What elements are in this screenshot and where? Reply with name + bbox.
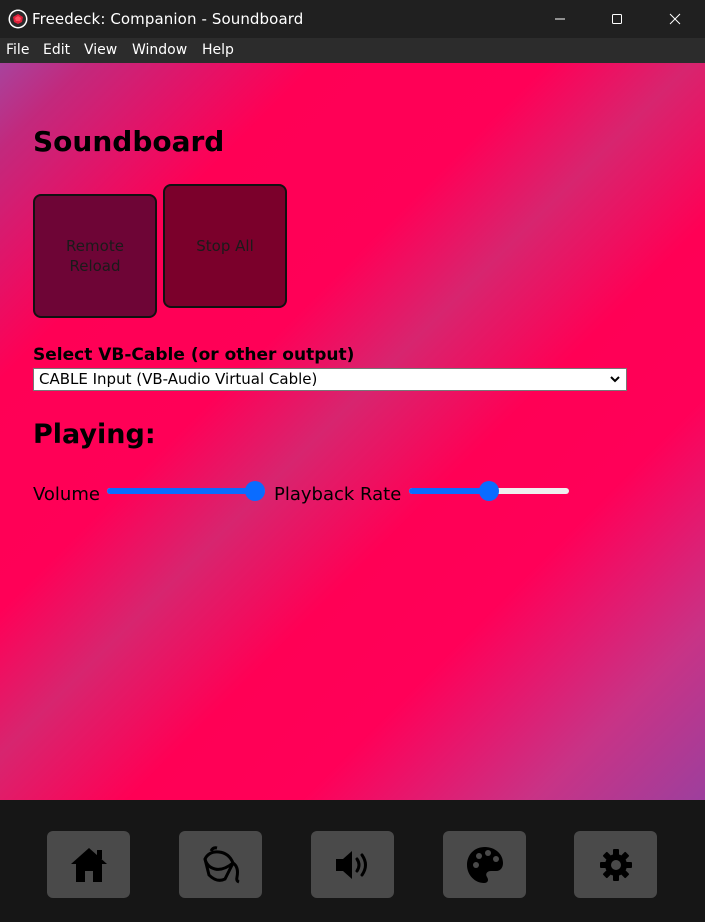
palette-icon <box>466 846 503 883</box>
page-title: Soundboard <box>33 125 225 158</box>
playback-rate-slider-fill <box>409 488 489 494</box>
volume-slider-thumb[interactable] <box>245 481 265 501</box>
volume-icon <box>335 850 367 879</box>
menu-bar: File Edit View Window Help <box>0 38 705 63</box>
home-icon <box>70 847 107 882</box>
paint-bucket-button[interactable] <box>179 831 262 898</box>
close-icon <box>669 13 681 25</box>
menu-help[interactable]: Help <box>202 42 234 58</box>
sound-button[interactable] <box>311 831 394 898</box>
soundboard-content: Soundboard Remote Reload Stop All Select… <box>0 63 705 800</box>
playback-rate-slider[interactable] <box>409 480 569 501</box>
menu-view[interactable]: View <box>84 42 117 58</box>
settings-gear-icon <box>599 848 632 881</box>
maximize-button[interactable] <box>588 0 646 38</box>
playback-rate-label: Playback Rate <box>274 484 402 505</box>
menu-window[interactable]: Window <box>132 42 187 58</box>
stop-all-button[interactable]: Stop All <box>163 184 287 308</box>
output-select-label: Select VB-Cable (or other output) <box>33 345 355 365</box>
palette-button[interactable] <box>443 831 526 898</box>
output-device-value: CABLE Input (VB-Audio Virtual Cable) <box>39 370 318 388</box>
settings-button[interactable] <box>574 831 657 898</box>
volume-label: Volume <box>33 484 100 505</box>
minimize-icon <box>555 18 565 20</box>
home-button[interactable] <box>47 831 130 898</box>
playing-heading: Playing: <box>33 419 156 450</box>
playback-rate-slider-thumb[interactable] <box>479 481 499 501</box>
window-title: Freedeck: Companion - Soundboard <box>32 10 304 28</box>
title-bar: Freedeck: Companion - Soundboard <box>0 0 705 38</box>
volume-slider-fill <box>107 488 255 494</box>
close-button[interactable] <box>646 0 704 38</box>
menu-file[interactable]: File <box>6 42 29 58</box>
app-logo-icon <box>8 9 28 29</box>
maximize-icon <box>612 14 622 24</box>
paint-bucket-icon <box>202 845 240 883</box>
minimize-button[interactable] <box>531 0 589 38</box>
chevron-down-icon <box>610 376 620 383</box>
bottom-nav-bar <box>0 800 705 922</box>
output-device-select[interactable]: CABLE Input (VB-Audio Virtual Cable) <box>33 368 627 391</box>
volume-slider[interactable] <box>107 480 265 501</box>
remote-reload-button[interactable]: Remote Reload <box>33 194 157 318</box>
remote-reload-label: Remote Reload <box>66 237 124 275</box>
stop-all-label: Stop All <box>196 237 254 255</box>
menu-edit[interactable]: Edit <box>43 42 70 58</box>
